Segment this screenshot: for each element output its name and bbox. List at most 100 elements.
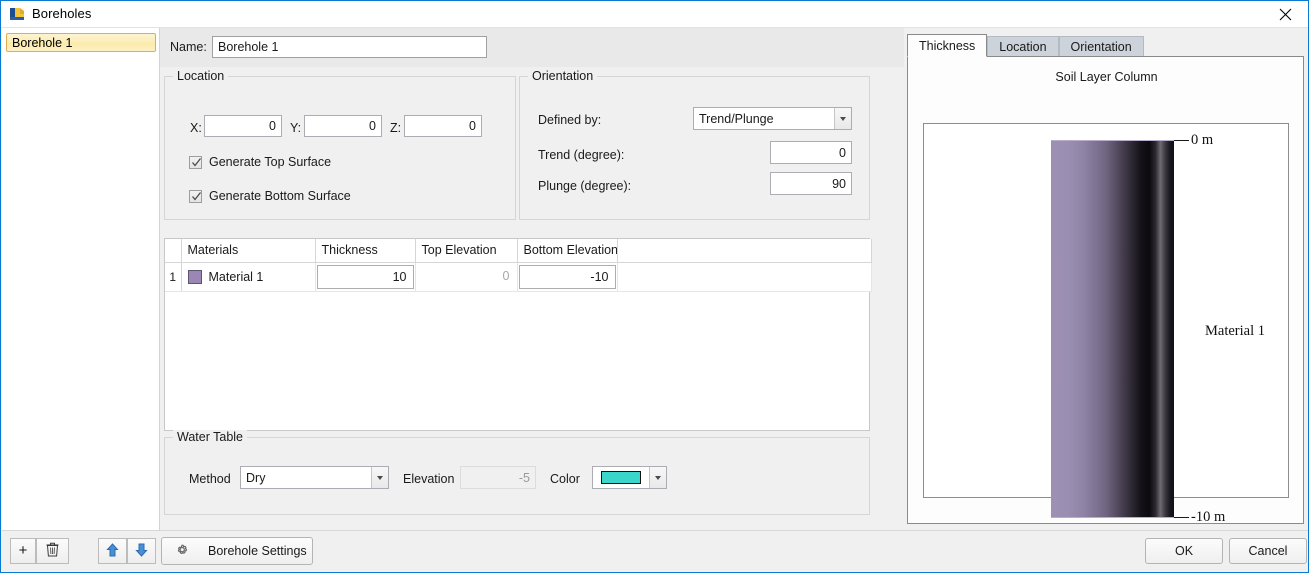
thickness-value[interactable]: 10: [317, 265, 414, 289]
method-combo[interactable]: Dry: [240, 466, 389, 489]
top-tick-line: [1174, 140, 1189, 141]
cancel-button[interactable]: Cancel: [1229, 538, 1307, 564]
borehole-properties-panel: Name: Location X: Y: Z: Generate Top Sur…: [160, 28, 904, 530]
elevation-label: Elevation: [403, 472, 454, 486]
chevron-down-icon[interactable]: [649, 467, 666, 488]
y-input[interactable]: [304, 115, 382, 137]
orientation-group: Orientation Defined by: Trend/Plunge Tre…: [519, 76, 870, 220]
x-label: X:: [190, 121, 202, 135]
method-label: Method: [189, 472, 231, 486]
soil-column-plot: 0 m -10 m Material 1: [923, 123, 1289, 498]
defined-by-label: Defined by:: [538, 113, 601, 127]
generate-bottom-surface-label: Generate Bottom Surface: [209, 189, 351, 203]
table-row[interactable]: 1 Material 1 10 0: [165, 262, 871, 291]
ok-label: OK: [1175, 544, 1193, 558]
generate-top-surface-checkbox[interactable]: Generate Top Surface: [189, 155, 331, 169]
preview-tabs: Thickness Location Orientation: [907, 34, 1144, 57]
borehole-settings-label: Borehole Settings: [208, 544, 307, 558]
row-spacer-cell: [617, 262, 871, 291]
material-color-swatch[interactable]: [188, 270, 202, 284]
x-input[interactable]: [204, 115, 282, 137]
bottom-tick-line: [1174, 517, 1189, 518]
water-color-swatch[interactable]: [593, 471, 649, 484]
defined-by-combo[interactable]: Trend/Plunge: [693, 107, 852, 130]
cylinder-top-edge: [1051, 140, 1174, 141]
location-group: Location X: Y: Z: Generate Top Surface G…: [164, 76, 516, 220]
plus-icon: +: [19, 544, 28, 558]
trash-icon: [46, 542, 59, 560]
checkbox-box: [189, 190, 202, 203]
row-thickness-cell[interactable]: 10: [315, 262, 415, 291]
header-top-elevation: Top Elevation: [415, 239, 517, 262]
close-icon[interactable]: [1263, 1, 1308, 27]
arrow-down-icon: [135, 543, 148, 560]
move-up-button[interactable]: [98, 538, 127, 564]
gear-icon: [174, 543, 190, 559]
water-table-legend: Water Table: [173, 430, 247, 444]
plunge-input[interactable]: [770, 172, 852, 195]
add-borehole-button[interactable]: +: [10, 538, 36, 564]
borehole-list[interactable]: Borehole 1: [2, 28, 160, 530]
water-color-combo[interactable]: [592, 466, 667, 489]
z-input[interactable]: [404, 115, 482, 137]
row-top-elevation-cell: 0: [415, 262, 517, 291]
tab-location[interactable]: Location: [987, 36, 1058, 57]
bottom-elevation-value[interactable]: -10: [519, 265, 616, 289]
list-item-label: Borehole 1: [12, 36, 72, 50]
plunge-label: Plunge (degree):: [538, 179, 631, 193]
borehole-settings-button[interactable]: Borehole Settings: [161, 537, 313, 565]
name-input[interactable]: [212, 36, 487, 58]
top-elevation-value: 0: [416, 263, 517, 290]
name-row: Name:: [160, 28, 904, 67]
location-legend: Location: [173, 69, 228, 83]
method-value: Dry: [241, 471, 371, 485]
elevation-input: [460, 466, 536, 489]
delete-borehole-button[interactable]: [36, 538, 69, 564]
chevron-down-icon[interactable]: [371, 467, 388, 488]
tab-thickness[interactable]: Thickness: [907, 34, 987, 57]
trend-input[interactable]: [770, 141, 852, 164]
material-name: Material 1: [209, 270, 264, 284]
cancel-label: Cancel: [1249, 544, 1288, 558]
checkbox-box: [189, 156, 202, 169]
window-title: Boreholes: [32, 6, 91, 21]
top-depth-label: 0 m: [1191, 132, 1213, 149]
header-materials: Materials: [181, 239, 315, 262]
ok-button[interactable]: OK: [1145, 538, 1223, 564]
header-thickness: Thickness: [315, 239, 415, 262]
thickness-tab-panel: Soil Layer Column 0 m -10 m Material 1: [907, 56, 1304, 524]
list-item-borehole-1[interactable]: Borehole 1: [6, 33, 156, 52]
generate-top-surface-label: Generate Top Surface: [209, 155, 331, 169]
tab-orientation[interactable]: Orientation: [1059, 36, 1144, 57]
trend-label: Trend (degree):: [538, 148, 624, 162]
table-header-row: Materials Thickness Top Elevation Bottom…: [165, 239, 871, 262]
cylinder-bottom-edge: [1051, 517, 1174, 518]
boreholes-dialog: Boreholes Borehole 1 Name: Location X: Y…: [0, 0, 1309, 573]
z-label: Z:: [390, 121, 401, 135]
water-table-group: Water Table Method Dry Elevation Color: [164, 437, 870, 515]
preview-panel: Thickness Location Orientation Soil Laye…: [904, 28, 1308, 530]
header-spacer: [617, 239, 871, 262]
defined-by-value: Trend/Plunge: [694, 112, 834, 126]
color-label: Color: [550, 472, 580, 486]
y-label: Y:: [290, 121, 301, 135]
borehole-layers-icon: [9, 6, 26, 22]
row-bottom-elevation-cell[interactable]: -10: [517, 262, 617, 291]
materials-table[interactable]: Materials Thickness Top Elevation Bottom…: [164, 238, 870, 431]
row-material-cell[interactable]: Material 1: [181, 262, 315, 291]
title-bar: Boreholes: [1, 1, 1308, 28]
arrow-up-icon: [106, 543, 119, 560]
move-down-button[interactable]: [127, 538, 156, 564]
row-index: 1: [165, 262, 181, 291]
name-label: Name:: [170, 40, 207, 54]
header-bottom-elevation: Bottom Elevation: [517, 239, 617, 262]
header-index: [165, 239, 181, 262]
cylinder-material-label: Material 1: [1205, 323, 1265, 340]
soil-cylinder: [1051, 141, 1174, 518]
chevron-down-icon[interactable]: [834, 108, 851, 129]
soil-layer-column-title: Soil Layer Column: [908, 70, 1305, 84]
dialog-footer: +: [2, 530, 1309, 573]
generate-bottom-surface-checkbox[interactable]: Generate Bottom Surface: [189, 189, 351, 203]
bottom-depth-label: -10 m: [1191, 509, 1225, 526]
orientation-legend: Orientation: [528, 69, 597, 83]
